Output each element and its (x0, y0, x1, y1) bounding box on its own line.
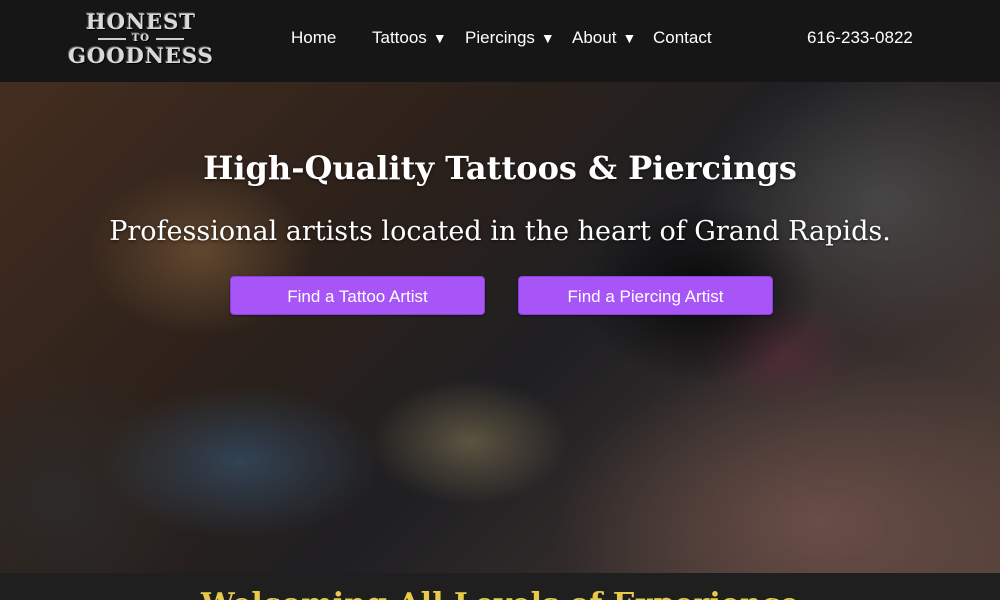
nav-piercings[interactable]: Piercings ▼ (465, 26, 555, 50)
nav-about[interactable]: About ▼ (572, 26, 636, 50)
nav-contact[interactable]: Contact (653, 26, 712, 50)
hero-section: High-Quality Tattoos & Piercings Profess… (0, 82, 1000, 573)
caret-down-icon: ▼ (432, 30, 447, 46)
logo-divider (156, 38, 185, 40)
logo-line-3: GOODNESS (68, 43, 214, 68)
phone-link[interactable]: 616-233-0822 (807, 26, 913, 50)
find-piercing-artist-button[interactable]: Find a Piercing Artist (518, 276, 773, 315)
site-header: HONEST TO GOODNESS Home Tattoos ▼ Pierci… (0, 0, 1000, 82)
hero-title: High-Quality Tattoos & Piercings (203, 149, 797, 187)
caret-down-icon: ▼ (622, 30, 637, 46)
nav-home[interactable]: Home (291, 26, 336, 50)
nav-piercings-label: Piercings (465, 28, 535, 47)
logo-divider (97, 38, 126, 40)
nav-tattoos[interactable]: Tattoos ▼ (372, 26, 447, 50)
welcome-section: Welcoming All Levels of Experience (0, 573, 1000, 600)
hero-content: High-Quality Tattoos & Piercings Profess… (0, 82, 1000, 573)
caret-down-icon: ▼ (540, 30, 555, 46)
nav-contact-label: Contact (653, 28, 712, 47)
find-tattoo-artist-button[interactable]: Find a Tattoo Artist (230, 276, 485, 315)
nav-tattoos-label: Tattoos (372, 28, 427, 47)
hero-subtitle: Professional artists located in the hear… (109, 216, 891, 247)
site-logo[interactable]: HONEST TO GOODNESS (66, 6, 216, 72)
welcome-heading: Welcoming All Levels of Experience (0, 587, 1000, 600)
logo-line-1: HONEST (85, 9, 197, 34)
nav-about-label: About (572, 28, 617, 47)
nav-home-label: Home (291, 28, 337, 47)
